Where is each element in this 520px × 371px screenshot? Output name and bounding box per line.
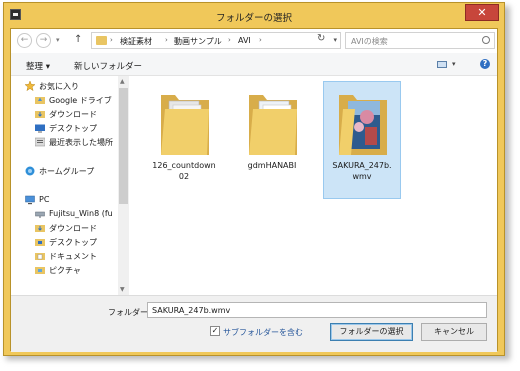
sidebar-item-label: ダウンロード [49,224,97,233]
breadcrumb-item[interactable]: 動画サンプル [174,36,222,47]
sidebar-item-label: ドキュメント [49,252,97,261]
search-input[interactable]: AVIの検索 [351,36,388,47]
folder-name-input[interactable]: SAKURA_247b.wmv [147,302,487,318]
command-bar: 整理 ▾ 新しいフォルダー ▾ ? [11,53,497,76]
view-icon[interactable] [437,61,447,68]
folder-name-value: SAKURA_247b.wmv [152,306,231,315]
folder-name: gdmHANABI [247,161,297,170]
downloads-folder-icon [35,223,45,233]
sidebar-section-label: お気に入り [39,82,79,91]
organize-button[interactable]: 整理 ▾ [26,60,50,72]
breadcrumb-separator: › [110,36,113,44]
view-dropdown-icon[interactable]: ▾ [452,60,456,68]
search-icon [482,36,490,44]
sidebar-item-label: ピクチャ [49,266,81,275]
refresh-icon[interactable]: ↻ [317,33,325,44]
folder-icon [96,36,107,45]
downloads-folder-icon [35,109,45,119]
new-folder-button[interactable]: 新しいフォルダー [74,60,142,72]
breadcrumb-separator[interactable]: › [228,36,231,44]
documents-folder-icon [35,251,45,261]
navigation-pane: お気に入り Google ドライブ ダウンロード デスクトップ 最近表示した場所… [11,76,118,295]
breadcrumb-separator[interactable]: › [165,36,168,44]
breadcrumb-item[interactable]: AVI [238,36,251,45]
dialog-footer: フォルダー: SAKURA_247b.wmv ✓ サブフォルダーを含む フォルダ… [11,295,497,352]
include-subfolders-checkbox[interactable]: ✓ [210,326,220,336]
pictures-folder-icon [35,265,45,275]
cancel-button[interactable]: キャンセル [421,323,487,341]
desktop-icon [35,123,45,133]
folder-name: SAKURA_247b. wmv [332,161,392,181]
scroll-down-icon[interactable]: ▼ [120,286,125,293]
folder-icon [161,95,209,155]
folder-item-selected[interactable]: SAKURA_247b. wmv [323,81,401,199]
network-drive-icon [35,209,45,219]
recent-locations-icon[interactable]: ▾ [56,36,60,44]
folder-label: フォルダー: [108,308,151,317]
sidebar-section-label: PC [39,195,50,204]
recent-places-icon [34,137,46,147]
dialog-client-area: ← → ▾ ↑ › 検証素材 › 動画サンプル › AVI › ▾ ↻ AVIの… [10,28,498,352]
sidebar-section-label: ホームグループ [39,167,95,176]
forward-button[interactable]: → [36,33,51,48]
title-bar[interactable]: フォルダーの選択 ✕ [4,3,504,28]
sidebar-item-label: デスクトップ [49,124,97,133]
back-button[interactable]: ← [17,33,32,48]
help-icon[interactable]: ? [480,59,490,69]
file-list: 126_countdown 02 gdmHANABI SAKURA_247b. … [129,76,497,295]
folder-name: 126_countdown 02 [152,161,216,181]
scroll-thumb[interactable] [119,88,128,204]
sidebar-item-label: ダウンロード [49,110,97,119]
address-dropdown-icon[interactable]: ▾ [333,36,337,44]
breadcrumb-separator[interactable]: › [259,36,262,44]
include-subfolders-label[interactable]: サブフォルダーを含む [223,327,303,338]
folder-icon [339,95,387,155]
scroll-up-icon[interactable]: ▲ [120,78,125,85]
homegroup-icon [25,166,35,176]
folder-select-dialog: フォルダーの選択 ✕ ← → ▾ ↑ › 検証素材 › 動画サンプル › AVI… [3,2,505,356]
star-icon [24,80,36,92]
desktop-folder-icon [35,237,45,247]
folder-item[interactable]: 126_countdown 02 [145,81,223,199]
sidebar-item-label: デスクトップ [49,238,97,247]
sidebar-item-label: Fujitsu_Win8 (fu [49,209,113,218]
navigation-bar: ← → ▾ ↑ › 検証素材 › 動画サンプル › AVI › ▾ ↻ AVIの… [11,29,497,53]
up-button[interactable]: ↑ [74,34,82,45]
breadcrumb-item[interactable]: 検証素材 [120,36,152,47]
close-button[interactable]: ✕ [465,4,499,21]
computer-icon [25,195,35,205]
folder-item[interactable]: gdmHANABI [233,81,311,199]
folder-icon [249,95,297,155]
search-box[interactable]: AVIの検索 [345,32,495,49]
sidebar-item-label: Google ドライブ [49,96,112,105]
select-folder-button[interactable]: フォルダーの選択 [330,323,413,341]
window-title: フォルダーの選択 [215,13,292,24]
google-drive-icon [35,95,45,105]
navigation-scrollbar[interactable]: ▲ ▼ [118,76,129,295]
sidebar-item-label: 最近表示した場所 [49,138,113,147]
address-bar[interactable]: › 検証素材 › 動画サンプル › AVI › ▾ [91,32,341,49]
